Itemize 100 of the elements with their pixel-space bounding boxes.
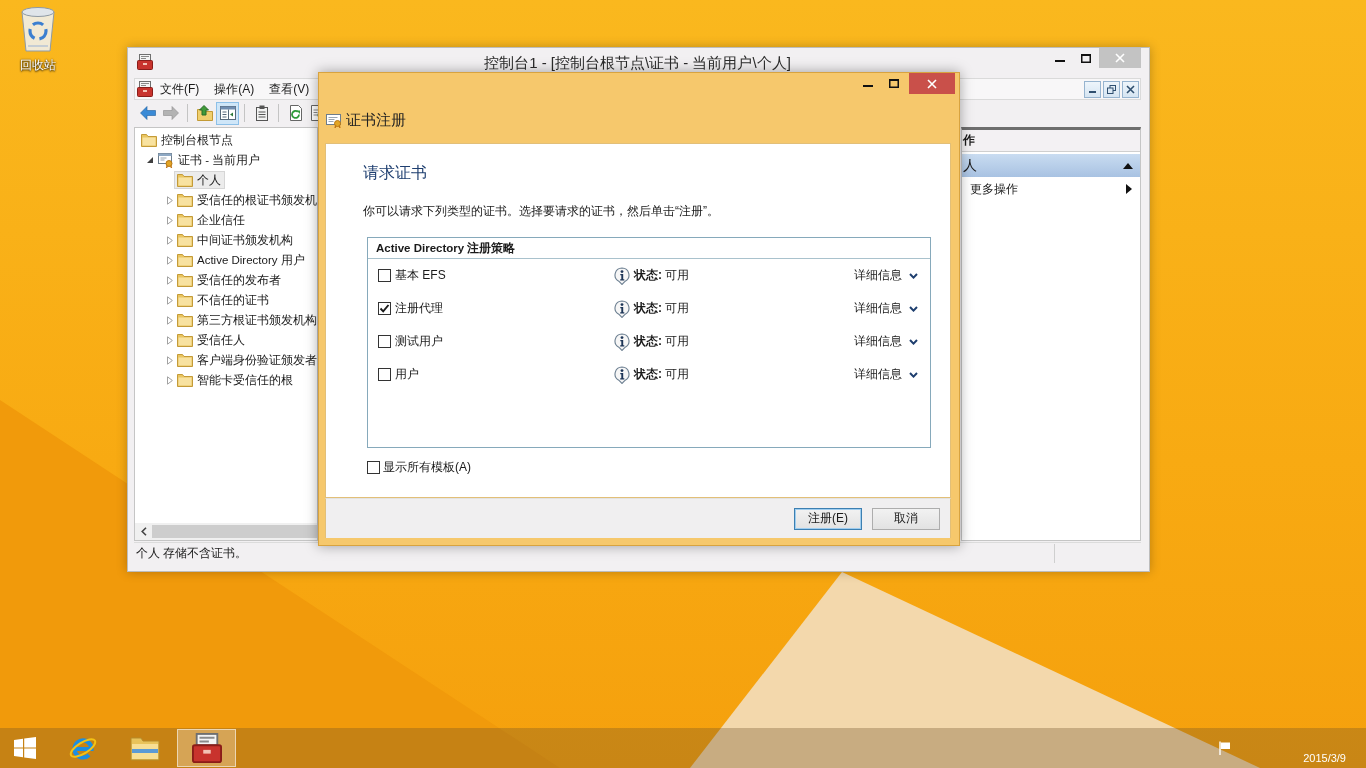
checkbox[interactable] [378, 302, 391, 315]
scroll-thumb[interactable] [152, 525, 317, 538]
refresh-icon [287, 105, 304, 121]
menu-item[interactable]: 查看(V) [262, 80, 317, 98]
policy-title: Active Directory 注册策略 [376, 240, 516, 256]
info-icon [613, 332, 631, 351]
folder-icon [177, 373, 193, 387]
collapsed-triangle-icon[interactable] [167, 295, 173, 305]
maximize-icon [889, 79, 899, 88]
horizontal-scrollbar[interactable] [135, 523, 317, 540]
expanded-triangle-icon[interactable] [147, 157, 153, 163]
close-icon [1126, 84, 1135, 94]
info-icon [613, 266, 631, 285]
certificate-icon [158, 152, 174, 168]
folder-icon [177, 193, 193, 207]
tree-item[interactable]: 第三方根证书颁发机构 [174, 311, 317, 329]
tree-item[interactable]: 中间证书颁发机构 [174, 231, 297, 249]
restore-icon [1107, 84, 1116, 94]
checkbox-label: 显示所有模板(A) [383, 459, 471, 476]
minimize-button[interactable] [1084, 80, 1101, 98]
template-name: 用户 [395, 366, 419, 383]
template-name: 注册代理 [395, 300, 443, 317]
folder-icon [177, 273, 193, 287]
minimize-icon [863, 85, 873, 87]
status-text: 个人 存储不含证书。 [135, 544, 249, 562]
status-text: 状态: 可用 [634, 333, 690, 350]
cancel-button[interactable]: 取消 [872, 507, 940, 530]
menu-item[interactable]: 文件(F) [153, 80, 207, 98]
flag-icon[interactable] [1219, 741, 1232, 755]
maximize-icon [1081, 53, 1091, 63]
recycle-bin-icon [18, 6, 58, 52]
minimize-icon [1055, 59, 1065, 62]
collapsed-triangle-icon[interactable] [167, 195, 173, 205]
restore-button[interactable] [1103, 80, 1120, 98]
tree-item[interactable]: Active Directory 用户 [174, 251, 309, 269]
tree-item[interactable]: 客户端身份验证颁发者 [174, 351, 317, 369]
tree-item[interactable]: 控制台根节点 [138, 131, 237, 149]
collapsed-triangle-icon[interactable] [167, 375, 173, 385]
tree-item[interactable]: 个人 [174, 171, 225, 189]
template-name: 测试用户 [395, 333, 443, 350]
folder-icon [177, 313, 193, 327]
collapsed-triangle-icon[interactable] [167, 255, 173, 265]
status-text: 状态: 可用 [634, 267, 690, 284]
close-icon [927, 78, 937, 89]
action-item[interactable]: 更多操作 [962, 177, 1140, 201]
details-toggle[interactable]: 详细信息 [854, 333, 918, 350]
left-arrow-icon [139, 105, 156, 121]
checkbox[interactable] [378, 368, 391, 381]
folder-icon [177, 293, 193, 307]
chevron-down-icon [909, 272, 918, 279]
tree-item[interactable]: 企业信任 [174, 211, 249, 229]
toolbox-icon[interactable] [137, 81, 153, 97]
toolbox-icon [137, 54, 153, 70]
panel-icon [219, 105, 236, 121]
toolbox-icon [191, 733, 222, 763]
status-text: 状态: 可用 [634, 300, 690, 317]
folder-icon [177, 333, 193, 347]
left-chevron-icon [140, 527, 147, 536]
close-icon [1115, 53, 1125, 63]
tree-item[interactable]: 证书 - 当前用户 [155, 151, 265, 169]
actions-header: 作 [963, 132, 975, 149]
dialog-heading: 请求证书 [363, 163, 428, 183]
collapsed-triangle-icon[interactable] [167, 315, 173, 325]
folder-icon [177, 213, 193, 227]
checkbox[interactable] [367, 461, 380, 474]
folder-up-arrow-icon [196, 105, 213, 121]
folder-icon [177, 233, 193, 247]
action-group-header[interactable]: 人 [962, 154, 1140, 177]
chevron-down-icon [909, 305, 918, 312]
console-button[interactable] [177, 729, 236, 767]
chevron-down-icon [909, 338, 918, 345]
tree-item[interactable]: 受信任人 [174, 331, 249, 349]
menu-item[interactable]: 操作(A) [207, 80, 262, 98]
clipboard-icon [253, 105, 270, 121]
enroll-button[interactable]: 注册(E) [794, 507, 862, 530]
details-toggle[interactable]: 详细信息 [854, 366, 918, 383]
collapsed-triangle-icon[interactable] [167, 215, 173, 225]
collapsed-triangle-icon[interactable] [167, 275, 173, 285]
tree-item[interactable]: 智能卡受信任的根 [174, 371, 297, 389]
certificate-icon [326, 112, 342, 128]
checkbox[interactable] [378, 269, 391, 282]
collapsed-triangle-icon[interactable] [167, 235, 173, 245]
info-icon [613, 299, 631, 318]
folder-icon [177, 353, 193, 367]
checkbox[interactable] [378, 335, 391, 348]
tree-item[interactable]: 受信任的发布者 [174, 271, 285, 289]
collapsed-triangle-icon[interactable] [167, 335, 173, 345]
details-toggle[interactable]: 详细信息 [854, 300, 918, 317]
tree-item[interactable]: 不信任的证书 [174, 291, 273, 309]
tree-toggle-button[interactable] [216, 101, 239, 125]
dialog-description: 你可以请求下列类型的证书。选择要请求的证书，然后单击“注册”。 [363, 203, 720, 220]
checkmark-icon [379, 303, 390, 314]
template-name: 基本 EFS [395, 267, 446, 284]
windows-logo-icon [14, 737, 36, 759]
right-arrow-icon [162, 105, 179, 121]
close-button[interactable] [1122, 80, 1139, 98]
details-toggle[interactable]: 详细信息 [854, 267, 918, 284]
status-text: 状态: 可用 [634, 366, 690, 383]
collapsed-triangle-icon[interactable] [167, 355, 173, 365]
tree-item[interactable]: 受信任的根证书颁发机 [174, 191, 317, 209]
